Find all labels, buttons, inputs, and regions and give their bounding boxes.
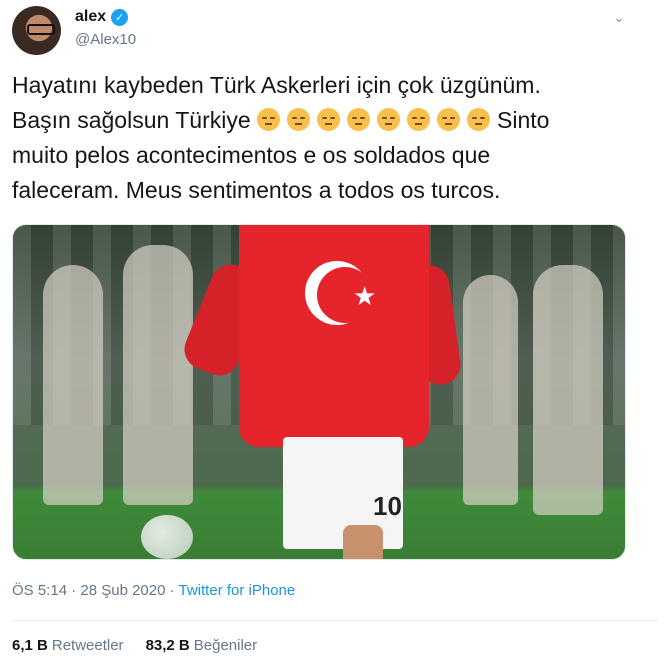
likes-label: Beğeniler — [193, 637, 258, 654]
photo-leg — [343, 525, 383, 559]
emoji-mouth — [265, 123, 273, 125]
author-handle[interactable]: @Alex10 — [75, 31, 136, 48]
photo-ball — [141, 515, 193, 559]
chevron-down-icon[interactable]: ⌄ — [608, 6, 630, 28]
emoji-mouth — [445, 123, 453, 125]
tweet-line-2-end: Sinto — [497, 107, 550, 133]
photo-red-jersey — [239, 225, 429, 447]
tweet-source-link[interactable]: Twitter for iPhone — [179, 582, 296, 599]
retweets-label: Retweetler — [51, 637, 124, 654]
photo-bystander — [463, 275, 518, 505]
photo-bystander — [43, 265, 103, 505]
likes-count: 83,2 B — [145, 637, 190, 654]
photo-bystander — [123, 245, 193, 505]
divider — [12, 620, 658, 621]
tweet-line-2-start: Başın sağolsun Türkiye — [12, 107, 258, 133]
emoji-mouth — [355, 123, 363, 125]
author-name[interactable]: alex — [75, 8, 106, 26]
tweet-text: Hayatını kaybeden Türk Askerleri için ço… — [12, 68, 622, 208]
emoji-row — [257, 107, 497, 133]
pensive-face-emoji — [257, 108, 281, 131]
emoji-mouth — [325, 123, 333, 125]
emoji-mouth — [385, 123, 393, 125]
tweet-line-1: Hayatını kaybeden Türk Askerleri için ço… — [12, 72, 541, 98]
tweet-stats: 6,1 B Retweetler 83,2 B Beğeniler — [12, 637, 257, 654]
avatar-glasses — [27, 24, 55, 35]
tweet-line-3: muito pelos acontecimentos e os soldados… — [12, 142, 491, 168]
pensive-face-emoji — [377, 108, 401, 131]
retweets-stat[interactable]: 6,1 B Retweetler — [12, 637, 124, 654]
likes-stat[interactable]: 83,2 B Beğeniler — [146, 637, 258, 654]
meta-separator: · — [165, 582, 179, 599]
author-name-row: alex ✓ — [75, 8, 129, 26]
verified-badge-icon: ✓ — [111, 8, 129, 26]
pensive-face-emoji — [347, 108, 371, 131]
timestamp[interactable]: ÖS 5:14 · 28 Şub 2020 — [12, 582, 165, 599]
pensive-face-emoji — [317, 108, 341, 131]
photo-bystander — [533, 265, 603, 515]
emoji-mouth — [415, 123, 423, 125]
pensive-face-emoji — [287, 108, 311, 131]
avatar[interactable] — [12, 6, 61, 55]
emoji-mouth — [475, 123, 483, 125]
pensive-face-emoji — [467, 108, 491, 131]
tweet-line-4: faleceram. Meus sentimentos a todos os t… — [12, 177, 501, 203]
retweets-count: 6,1 B — [12, 637, 48, 654]
tweet-meta: ÖS 5:14 · 28 Şub 2020 · Twitter for iPho… — [12, 582, 295, 599]
star-icon: ★ — [353, 281, 377, 311]
tweet-photo[interactable]: ★ 10 — [12, 224, 626, 560]
pensive-face-emoji — [407, 108, 431, 131]
emoji-mouth — [295, 123, 303, 125]
jersey-number: 10 — [373, 491, 402, 521]
pensive-face-emoji — [437, 108, 461, 131]
